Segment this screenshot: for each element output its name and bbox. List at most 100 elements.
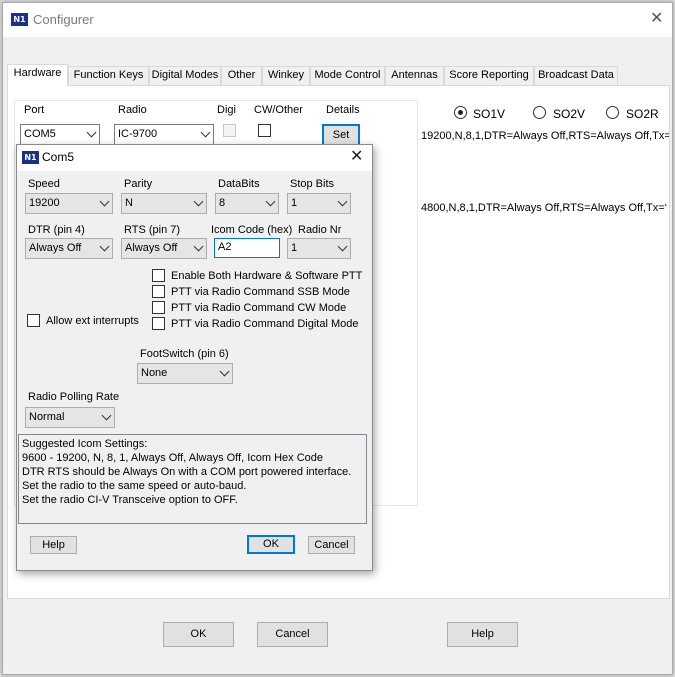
- cancel-button[interactable]: Cancel: [257, 622, 328, 647]
- polling-rate-select[interactable]: Normal: [25, 407, 115, 428]
- databits-select[interactable]: 8: [215, 193, 279, 214]
- port1-summary: 19200,N,8,1,DTR=Always Off,RTS=Always Of…: [421, 130, 669, 142]
- ptt-digital-label: PTT via Radio Command Digital Mode: [171, 318, 359, 330]
- memo-line: Suggested Icom Settings:: [22, 438, 148, 450]
- footswitch-select[interactable]: None: [137, 363, 233, 384]
- rts-select[interactable]: Always Off: [121, 238, 207, 259]
- com5-dialog: N1 Com5 ✕ Speed Parity DataBits Stop Bit…: [16, 144, 373, 571]
- stopbits-select[interactable]: 1: [287, 193, 351, 214]
- radio-select[interactable]: IC-9700: [114, 124, 214, 145]
- chevron-down-icon: [219, 366, 230, 377]
- cw-other-checkbox[interactable]: [258, 124, 271, 137]
- dialog-cancel-button[interactable]: Cancel: [308, 536, 355, 554]
- close-icon[interactable]: ✕: [650, 11, 663, 27]
- ptt-ssb-label: PTT via Radio Command SSB Mode: [171, 286, 350, 298]
- tab-antennas[interactable]: Antennas: [385, 66, 444, 85]
- details-header: Details: [326, 104, 360, 116]
- radio-header: Radio: [118, 104, 147, 116]
- n1mm-logo-icon: N1: [11, 13, 28, 26]
- stopbits-select-value: 1: [291, 197, 298, 209]
- parity-select[interactable]: N: [121, 193, 207, 214]
- radio-select-value: IC-9700: [118, 128, 158, 140]
- title-bar: N1 Configurer ✕: [3, 3, 672, 37]
- chevron-down-icon: [101, 410, 112, 421]
- ptt-cw-checkbox[interactable]: [152, 301, 165, 314]
- window-title: Configurer: [33, 12, 94, 27]
- tab-other[interactable]: Other: [221, 66, 262, 85]
- chevron-down-icon: [86, 127, 97, 138]
- polling-rate-label: Radio Polling Rate: [28, 391, 120, 403]
- port-header: Port: [24, 104, 45, 116]
- suggested-settings-memo: Suggested Icom Settings: 9600 - 19200, N…: [18, 434, 367, 524]
- speed-select-value: 19200: [29, 197, 60, 209]
- radio-so2v[interactable]: [533, 106, 546, 119]
- icom-code-input[interactable]: A2: [214, 238, 280, 258]
- port-select[interactable]: COM5: [20, 124, 100, 145]
- speed-label: Speed: [28, 178, 60, 190]
- chevron-down-icon: [99, 241, 110, 252]
- radio-nr-select[interactable]: 1: [287, 238, 351, 259]
- tab-winkey[interactable]: Winkey: [262, 66, 310, 85]
- ptt-cw-label: PTT via Radio Command CW Mode: [171, 302, 347, 314]
- n1mm-logo-icon: N1: [22, 151, 39, 164]
- speed-select[interactable]: 19200: [25, 193, 113, 214]
- radio-so1v[interactable]: [454, 106, 467, 119]
- radio-so2r-label: SO2R: [626, 107, 659, 121]
- rts-select-value: Always Off: [125, 242, 178, 254]
- port-select-value: COM5: [24, 128, 56, 140]
- chevron-down-icon: [193, 241, 204, 252]
- allow-ext-interrupts-checkbox[interactable]: [27, 314, 40, 327]
- dtr-select-value: Always Off: [29, 242, 82, 254]
- radio-so1v-label: SO1V: [473, 107, 506, 121]
- polling-rate-select-value: Normal: [29, 411, 65, 423]
- icom-code-label: Icom Code (hex): [211, 224, 293, 236]
- parity-label: Parity: [124, 178, 153, 190]
- close-icon[interactable]: ✕: [350, 149, 363, 165]
- dtr-label: DTR (pin 4): [28, 224, 85, 236]
- dialog-title-bar: N1 Com5 ✕: [17, 145, 372, 171]
- ptt-ssb-checkbox[interactable]: [152, 285, 165, 298]
- radio-nr-label: Radio Nr: [298, 224, 342, 236]
- rts-label: RTS (pin 7): [124, 224, 181, 236]
- enable-both-ptt-label: Enable Both Hardware & Software PTT: [171, 270, 363, 282]
- port2-summary: 4800,N,8,1,DTR=Always Off,RTS=Always Off…: [421, 202, 668, 214]
- digi-checkbox[interactable]: [223, 124, 236, 137]
- radio-nr-select-value: 1: [291, 242, 298, 254]
- memo-line: DTR RTS should be Always On with a COM p…: [22, 466, 352, 478]
- dialog-help-button[interactable]: Help: [30, 536, 77, 554]
- footswitch-select-value: None: [141, 367, 168, 379]
- memo-line: Set the radio to the same speed or auto-…: [22, 480, 247, 492]
- databits-select-value: 8: [219, 197, 226, 209]
- enable-both-ptt-checkbox[interactable]: [152, 269, 165, 282]
- dialog-title: Com5: [42, 150, 75, 164]
- chevron-down-icon: [193, 196, 204, 207]
- footswitch-label: FootSwitch (pin 6): [140, 348, 229, 360]
- chevron-down-icon: [337, 241, 348, 252]
- chevron-down-icon: [337, 196, 348, 207]
- databits-label: DataBits: [218, 178, 260, 190]
- parity-select-value: N: [125, 197, 133, 209]
- stopbits-label: Stop Bits: [290, 178, 335, 190]
- set-button[interactable]: Set: [322, 124, 360, 146]
- allow-ext-interrupts-label: Allow ext interrupts: [46, 315, 139, 327]
- chevron-down-icon: [99, 196, 110, 207]
- help-button[interactable]: Help: [447, 622, 518, 647]
- tab-mode-control[interactable]: Mode Control: [310, 66, 385, 85]
- tab-score-reporting[interactable]: Score Reporting: [444, 66, 534, 85]
- radio-so2v-label: SO2V: [553, 107, 586, 121]
- tab-hardware[interactable]: Hardware: [7, 64, 68, 86]
- ptt-digital-checkbox[interactable]: [152, 317, 165, 330]
- cw-other-header: CW/Other: [254, 104, 303, 116]
- dtr-select[interactable]: Always Off: [25, 238, 113, 259]
- chevron-down-icon: [265, 196, 276, 207]
- dialog-ok-button[interactable]: OK: [247, 535, 295, 554]
- memo-line: 9600 - 19200, N, 8, 1, Always Off, Alway…: [22, 452, 324, 464]
- chevron-down-icon: [200, 127, 211, 138]
- tab-digital-modes[interactable]: Digital Modes: [149, 66, 221, 85]
- ok-button[interactable]: OK: [163, 622, 234, 647]
- digi-header: Digi: [217, 104, 236, 116]
- tab-broadcast-data[interactable]: Broadcast Data: [534, 66, 618, 85]
- tab-function-keys[interactable]: Function Keys: [68, 66, 149, 85]
- radio-so2r[interactable]: [606, 106, 619, 119]
- memo-line: Set the radio CI-V Transceive option to …: [22, 494, 238, 506]
